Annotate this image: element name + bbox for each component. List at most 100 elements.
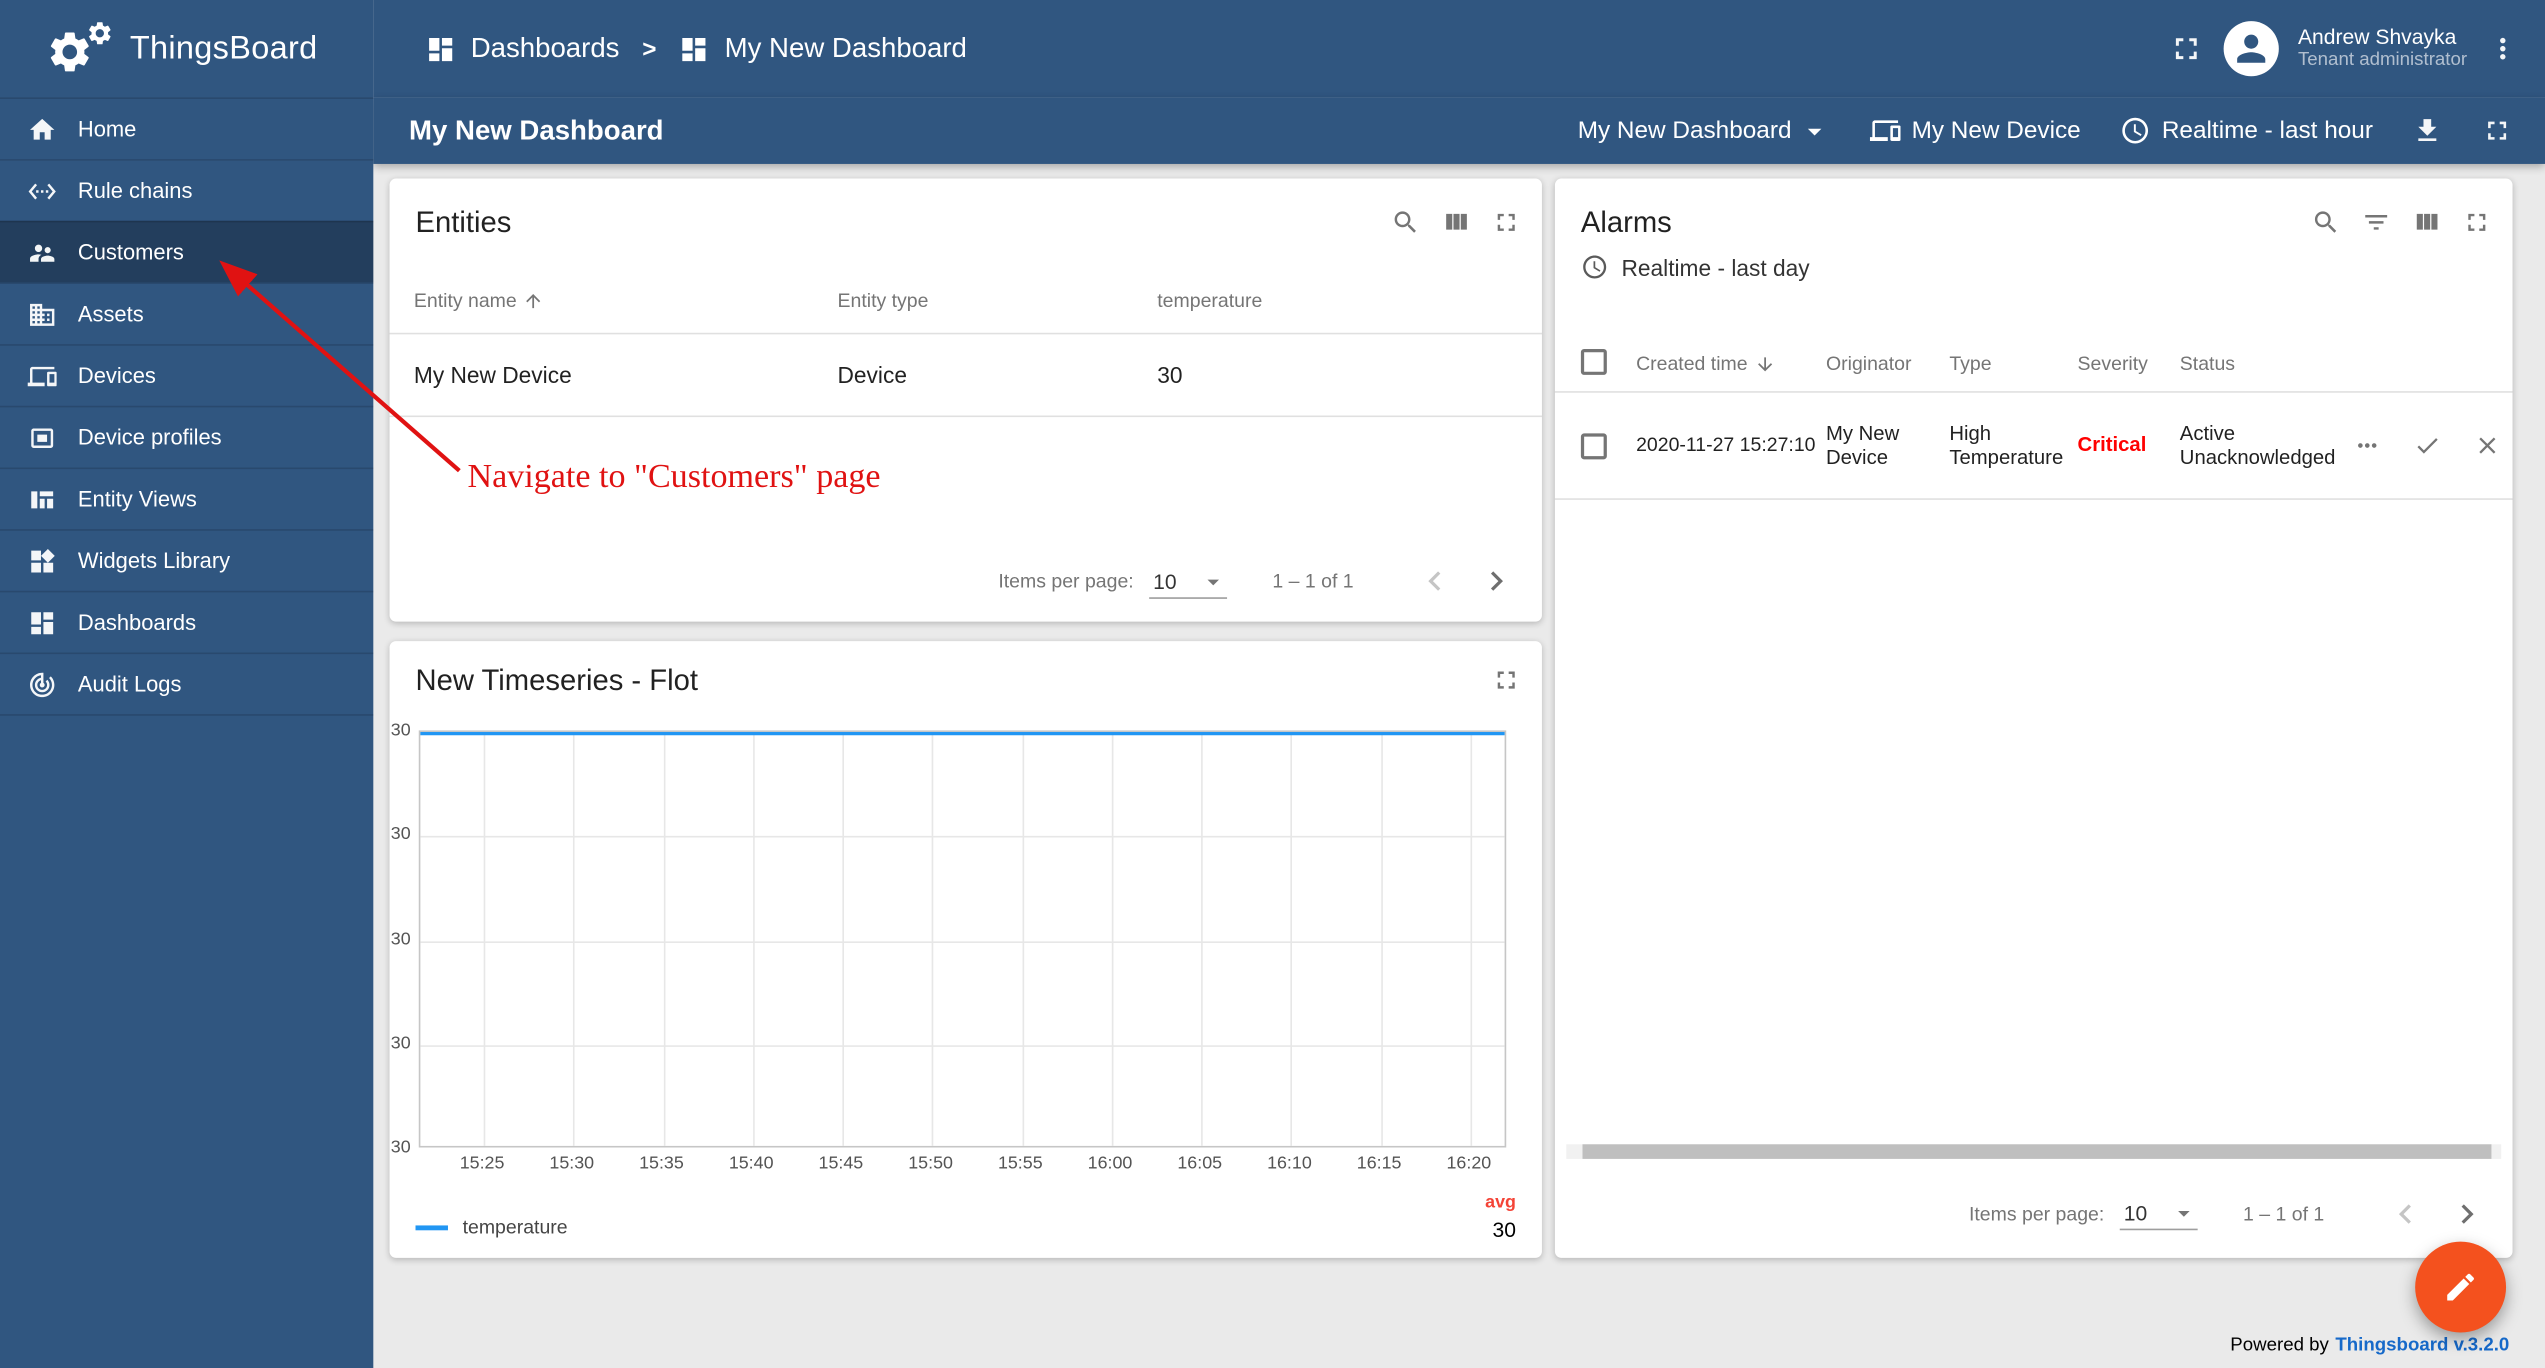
sidebar-item-rule-chains[interactable]: Rule chains [0, 159, 374, 221]
app-logo[interactable]: ThingsBoard [0, 0, 373, 97]
page-size-value: 10 [1153, 568, 1177, 594]
user-info: Andrew Shvayka Tenant administrator [2298, 24, 2467, 73]
sidebar-item-customers[interactable]: Customers [0, 220, 374, 283]
series-label: temperature [462, 1215, 568, 1239]
column-created-time[interactable]: Created time [1636, 352, 1826, 375]
dashboard-state-select[interactable]: My New Dashboard [1578, 114, 1831, 146]
chevron-down-icon [1199, 567, 1227, 595]
column-entity-type[interactable]: Entity type [838, 289, 1158, 312]
search-icon[interactable] [2311, 208, 2340, 237]
thingsboard-version-link[interactable]: Thingsboard v.3.2.0 [2335, 1336, 2509, 1355]
breadcrumb-dashboards[interactable]: Dashboards [425, 32, 619, 64]
x-tick-label: 16:15 [1356, 1154, 1402, 1174]
export-download-icon[interactable] [2412, 115, 2443, 146]
timeseries-widget: New Timeseries - Flot 30 30 30 30 30 15:25 15… [389, 641, 1542, 1258]
page-size-select[interactable]: 10 [2120, 1196, 2198, 1231]
sidebar-item-home[interactable]: Home [0, 97, 374, 159]
user-area: Andrew Shvayka Tenant administrator [2168, 21, 2519, 77]
edit-dashboard-fab[interactable] [2415, 1241, 2507, 1333]
x-tick-label: 16:05 [1177, 1154, 1223, 1174]
x-axis-labels: 15:25 15:30 15:35 15:40 15:45 15:50 15:55 16:00… [419, 1154, 1506, 1177]
row-checkbox[interactable] [1580, 432, 1607, 459]
y-tick-label: 30 [390, 1137, 411, 1158]
fullscreen-icon[interactable] [1492, 665, 1521, 694]
person-icon [2230, 28, 2272, 70]
avatar[interactable] [2223, 21, 2279, 77]
horizontal-scrollbar[interactable] [1566, 1144, 2502, 1159]
gridline-v [1470, 732, 1473, 1146]
timewindow-select[interactable]: Realtime - last hour [2120, 115, 2373, 146]
page-range: 1 – 1 of 1 [2243, 1201, 2325, 1225]
sidebar-item-entity-views[interactable]: Entity Views [0, 467, 374, 529]
table-row[interactable]: 2020-11-27 15:27:10 My New Device High T… [1554, 393, 2513, 500]
sidebar-item-dashboards[interactable]: Dashboards [0, 590, 374, 653]
column-label: temperature [1157, 288, 1263, 312]
column-originator[interactable]: Originator [1826, 352, 1949, 375]
widget-title: Alarms [1580, 206, 1672, 239]
home-icon [28, 114, 57, 143]
expand-fullscreen-icon[interactable] [2482, 115, 2513, 146]
column-entity-name[interactable]: Entity name [414, 289, 838, 312]
acknowledge-icon[interactable] [2414, 432, 2442, 460]
column-severity[interactable]: Severity [2078, 352, 2180, 375]
entities-paginator: Items per page: 10 1 – 1 of 1 [390, 540, 1542, 621]
widget-actions [2311, 203, 2491, 237]
filter-icon[interactable] [2362, 208, 2391, 237]
fullscreen-icon[interactable] [2168, 31, 2204, 67]
widgets-icon [28, 546, 57, 575]
alarms-timewindow[interactable]: Realtime - last day [1555, 242, 2513, 281]
more-vert-icon[interactable] [2487, 32, 2519, 64]
powered-by-text: Powered by [2230, 1335, 2329, 1356]
gridline-v [663, 732, 665, 1146]
cell-entity-name: My New Device [413, 361, 572, 388]
column-type[interactable]: Type [1949, 352, 2077, 375]
widget-actions [1391, 203, 1521, 237]
columns-icon[interactable] [2412, 208, 2441, 237]
search-icon[interactable] [1391, 208, 1420, 237]
columns-icon[interactable] [1441, 208, 1470, 237]
chevron-down-icon [2170, 1199, 2198, 1227]
prev-page-button[interactable] [1415, 562, 1454, 601]
x-tick-label: 15:40 [728, 1154, 774, 1174]
state-select-value: My New Dashboard [1577, 116, 1792, 145]
gridline-h [420, 1044, 1505, 1047]
screen: ThingsBoard Home Rule chains Customers A… [0, 0, 2545, 1368]
next-page-button[interactable] [2448, 1194, 2487, 1233]
row-actions [2353, 432, 2501, 460]
select-all-checkbox[interactable] [1580, 348, 1607, 375]
sidebar-item-label: Entity Views [77, 486, 197, 512]
breadcrumb-current-dashboard[interactable]: My New Dashboard [679, 32, 967, 64]
x-tick-label: 15:30 [549, 1154, 595, 1174]
sidebar-item-label: Home [77, 116, 137, 142]
x-tick-label: 15:35 [639, 1154, 684, 1174]
sidebar-item-audit-logs[interactable]: Audit Logs [0, 652, 374, 714]
aggregation-value: 30 [1492, 1217, 1516, 1242]
sidebar-item-devices[interactable]: Devices [0, 344, 374, 406]
next-page-button[interactable] [1477, 562, 1516, 601]
table-row[interactable]: My New Device Device 30 [389, 334, 1542, 418]
legend-item-temperature[interactable]: temperature [415, 1215, 568, 1239]
page-size-select[interactable]: 10 [1149, 564, 1227, 599]
chart-legend: temperature avg 30 [415, 1183, 1516, 1242]
customers-icon [28, 238, 57, 267]
user-role: Tenant administrator [2297, 50, 2468, 71]
x-tick-label: 16:20 [1446, 1154, 1492, 1174]
x-tick-label: 15:50 [908, 1154, 953, 1174]
sidebar-nav: Home Rule chains Customers Assets Device… [0, 97, 374, 716]
sidebar-item-widgets-library[interactable]: Widgets Library [0, 529, 374, 591]
sidebar-item-assets[interactable]: Assets [0, 282, 374, 344]
fullscreen-icon[interactable] [2462, 208, 2491, 237]
series-color-key [415, 1224, 448, 1230]
sidebar-item-device-profiles[interactable]: Device profiles [0, 405, 374, 468]
prev-page-button[interactable] [2386, 1194, 2425, 1233]
y-tick-label: 30 [390, 929, 411, 949]
more-actions-icon[interactable] [2353, 432, 2381, 460]
rule-chains-icon [28, 176, 57, 205]
column-status[interactable]: Status [2180, 352, 2354, 375]
fullscreen-icon[interactable] [1492, 208, 1521, 237]
gridline-v [1201, 732, 1203, 1146]
scrollbar-thumb[interactable] [1582, 1144, 2492, 1159]
entity-alias-select[interactable]: My New Device [1869, 115, 2081, 146]
clear-alarm-icon[interactable] [2474, 432, 2502, 460]
column-temperature[interactable]: temperature [1157, 289, 1516, 312]
